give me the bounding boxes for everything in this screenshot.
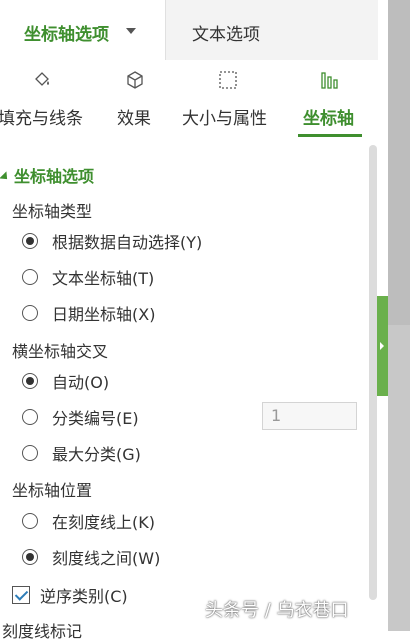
section-axis-options-title: 坐标轴选项 [14,167,95,186]
section-axis-options[interactable]: 坐标轴选项 [0,163,95,187]
radio-button[interactable] [22,445,38,461]
radio-cross-auto[interactable]: 自动(O) [22,369,109,393]
category-number-input[interactable]: 1 [262,402,357,430]
tab-axis-options-label: 坐标轴选项 [24,25,109,45]
size-box-icon [219,71,237,89]
radio-button-selected[interactable] [22,233,38,249]
cube-icon [127,71,143,89]
radio-date-axis[interactable]: 日期坐标轴(X) [22,301,155,325]
reverse-categories-label: 逆序类别(C) [40,587,128,606]
section-tick-marks[interactable]: 刻度线标记 [2,618,82,642]
watermark: 头条号 / 乌衣巷口 [205,600,349,621]
tab-effects[interactable]: 效果 [110,60,160,140]
checkbox-checked[interactable] [12,586,30,604]
tab-axis-label: 坐标轴 [303,109,354,129]
radio-button-selected[interactable] [22,373,38,389]
radio-between-tick-marks-label: 刻度线之间(W) [52,549,161,568]
radio-between-tick-marks[interactable]: 刻度线之间(W) [22,545,160,569]
collapse-triangle-icon [0,171,11,183]
reverse-categories-checkbox[interactable]: 逆序类别(C) [12,583,128,607]
radio-on-tick-marks[interactable]: 在刻度线上(K) [22,509,155,533]
cross-label: 横坐标轴交叉 [12,342,109,361]
radio-max-category-label: 最大分类(G) [52,445,141,464]
window-edge-upper [388,0,410,325]
radio-auto-select-label: 根据数据自动选择(Y) [52,233,203,252]
radio-button[interactable] [22,513,38,529]
radio-text-axis-label: 文本坐标轴(T) [52,269,155,288]
axis-type-label: 坐标轴类型 [12,202,93,221]
axis-position-label: 坐标轴位置 [12,481,93,500]
tab-fill-line[interactable]: 填充与线条 [0,60,120,140]
radio-button[interactable] [22,409,38,425]
panel-collapse-handle[interactable] [377,296,388,396]
radio-category-number-label: 分类编号(E) [52,409,139,428]
tab-effects-label: 效果 [117,109,151,129]
radio-date-axis-label: 日期坐标轴(X) [52,305,156,324]
paint-bucket-icon [35,72,49,86]
scrollbar[interactable] [369,145,377,600]
top-tab-bar: 坐标轴选项 文本选项 [0,0,378,60]
radio-on-tick-marks-label: 在刻度线上(K) [52,513,155,532]
radio-category-number[interactable]: 分类编号(E) [22,405,139,429]
radio-cross-auto-label: 自动(O) [52,373,110,392]
icon-tab-bar: 填充与线条 效果 大小与属性 坐标轴 [0,60,378,140]
tab-axis[interactable]: 坐标轴 [298,60,364,140]
chevron-right-icon [380,342,384,350]
tab-size-properties-label: 大小与属性 [182,109,267,129]
radio-button[interactable] [22,305,38,321]
active-tab-underline [298,134,362,137]
tab-text-options[interactable]: 文本选项 [192,20,260,45]
tab-fill-line-label: 填充与线条 [0,109,83,129]
radio-max-category[interactable]: 最大分类(G) [22,441,141,465]
radio-button[interactable] [22,269,38,285]
tab-axis-options[interactable]: 坐标轴选项 [0,0,166,60]
chevron-down-icon[interactable] [126,28,136,34]
radio-text-axis[interactable]: 文本坐标轴(T) [22,265,154,289]
radio-button-selected[interactable] [22,549,38,565]
radio-auto-select[interactable]: 根据数据自动选择(Y) [22,229,202,253]
bar-chart-icon [321,72,338,89]
tab-size-properties[interactable]: 大小与属性 [178,60,278,140]
